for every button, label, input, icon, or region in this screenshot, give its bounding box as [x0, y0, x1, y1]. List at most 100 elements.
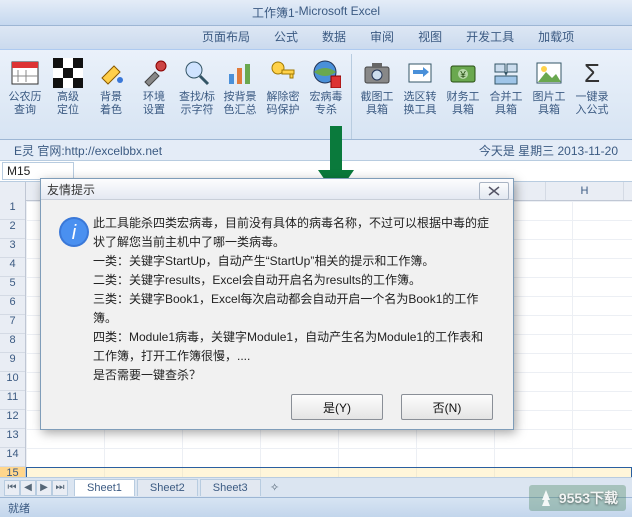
- row-1[interactable]: 1: [0, 201, 25, 220]
- btn-sumcolor[interactable]: 按背景色汇总: [219, 54, 261, 139]
- sheet-tab-1[interactable]: Sheet1: [74, 479, 135, 496]
- btn-calendar-label: 公农历查询: [9, 91, 42, 117]
- sheet-nav-first[interactable]: ⏮: [4, 480, 20, 496]
- btn-unlock-label: 解除密码保护: [267, 91, 300, 117]
- dlg-line3: 二类：关键字results，Excel会自动开启名为results的工作簿。: [93, 271, 495, 290]
- sheet-nav: ⏮ ◀ ▶ ⏭: [0, 480, 72, 496]
- row-10[interactable]: 10: [0, 372, 25, 391]
- btn-findmark[interactable]: 查找/标示字符: [176, 54, 218, 139]
- btn-image-label: 图片工具箱: [533, 91, 566, 117]
- sheet-nav-next[interactable]: ▶: [36, 480, 52, 496]
- tab-addins[interactable]: 加载项: [526, 24, 586, 49]
- row-12[interactable]: 12: [0, 410, 25, 429]
- btn-image[interactable]: 图片工具箱: [528, 54, 570, 139]
- btn-merge-label: 合并工具箱: [490, 91, 523, 117]
- status-ready: 就绪: [8, 500, 30, 516]
- new-sheet-button[interactable]: ✧: [265, 481, 285, 494]
- dialog-text: 此工具能杀四类宏病毒，目前没有具体的病毒名称，不过可以根据中毒的症状了解您当前主…: [93, 214, 495, 385]
- tools-icon: [138, 57, 170, 89]
- btn-advlocate[interactable]: 高级定位: [47, 54, 89, 139]
- dialog-body: i 此工具能杀四类宏病毒，目前没有具体的病毒名称，不过可以根据中毒的症状了解您当…: [41, 200, 513, 391]
- title-app: Microsoft Excel: [299, 4, 380, 21]
- row-3[interactable]: 3: [0, 239, 25, 258]
- dlg-line1: 此工具能杀四类宏病毒，目前没有具体的病毒名称，不过可以根据中毒的症状了解您当前主…: [93, 214, 495, 252]
- btn-env-label: 环境设置: [143, 91, 165, 117]
- chart-icon: [224, 57, 256, 89]
- globe-shield-icon: [310, 57, 342, 89]
- sheet-tab-3[interactable]: Sheet3: [200, 479, 261, 496]
- sheet-tab-2[interactable]: Sheet2: [137, 479, 198, 496]
- dlg-line4: 三类：关键字Book1，Excel每次启动都会自动开启一个名为Book1的工作簿…: [93, 290, 495, 328]
- tab-developer[interactable]: 开发工具: [454, 24, 526, 49]
- tab-pagelayout[interactable]: 页面布局: [190, 24, 262, 49]
- btn-screenshot[interactable]: 截图工具箱: [356, 54, 398, 139]
- info-icon: i: [55, 214, 93, 385]
- ribbon-tabs: 页面布局 公式 数据 审阅 视图 开发工具 加载项: [0, 26, 632, 50]
- tab-view[interactable]: 视图: [406, 24, 454, 49]
- calendar-icon: [9, 57, 41, 89]
- btn-screenshot-label: 截图工具箱: [361, 91, 394, 117]
- swap-icon: [404, 57, 436, 89]
- dialog-yes-button[interactable]: 是(Y): [291, 394, 383, 420]
- row-13[interactable]: 13: [0, 429, 25, 448]
- svg-text:Σ: Σ: [584, 58, 600, 88]
- ribbon: 公农历查询 高级定位 背景着色 环境设置 查找/标示字符 按背景色汇总: [0, 50, 632, 140]
- btn-bgcolor-label: 背景着色: [100, 91, 122, 117]
- btn-calendar[interactable]: 公农历查询: [4, 54, 46, 139]
- svg-text:i: i: [72, 222, 77, 244]
- dlg-line6: 是否需要一键查杀？: [93, 366, 495, 385]
- btn-advlocate-label: 高级定位: [57, 91, 79, 117]
- tab-formulas[interactable]: 公式: [262, 24, 310, 49]
- dialog-close-button[interactable]: [479, 182, 509, 200]
- btn-finance-label: 财务工具箱: [447, 91, 480, 117]
- close-icon: [487, 186, 501, 196]
- tab-review[interactable]: 审阅: [358, 24, 406, 49]
- btn-unlock[interactable]: 解除密码保护: [262, 54, 304, 139]
- row-6[interactable]: 6: [0, 296, 25, 315]
- dialog-no-button[interactable]: 否(N): [401, 394, 493, 420]
- info-date: 今天是 星期三 2013-11-20: [479, 142, 618, 159]
- merge-icon: [490, 57, 522, 89]
- btn-convert[interactable]: 选区转换工具: [399, 54, 441, 139]
- dialog-buttons: 是(Y) 否(N): [41, 391, 513, 429]
- row-7[interactable]: 7: [0, 315, 25, 334]
- btn-convert-label: 选区转换工具: [404, 91, 437, 117]
- row-5[interactable]: 5: [0, 277, 25, 296]
- watermark-icon: [537, 489, 555, 507]
- dlg-line2: 一类：关键字StartUp，自动产生“StartUp”相关的提示和工作簿。: [93, 252, 495, 271]
- row-9[interactable]: 9: [0, 353, 25, 372]
- col-H[interactable]: H: [546, 182, 624, 200]
- btn-sumcolor-label: 按背景色汇总: [224, 91, 257, 117]
- btn-viruskill-label: 宏病毒专杀: [310, 91, 343, 117]
- dialog-title: 友情提示: [47, 181, 95, 198]
- row-2[interactable]: 2: [0, 220, 25, 239]
- sheet-nav-last[interactable]: ⏭: [52, 480, 68, 496]
- row-14[interactable]: 14: [0, 448, 25, 467]
- btn-bgcolor[interactable]: 背景着色: [90, 54, 132, 139]
- watermark-text: 9553下载: [559, 488, 618, 508]
- image-icon: [533, 57, 565, 89]
- row-8[interactable]: 8: [0, 334, 25, 353]
- btn-merge[interactable]: 合并工具箱: [485, 54, 527, 139]
- dialog-titlebar[interactable]: 友情提示: [41, 179, 513, 200]
- info-website: E灵 官网:http://excelbbx.net: [14, 142, 162, 159]
- sheet-nav-prev[interactable]: ◀: [20, 480, 36, 496]
- btn-finance[interactable]: ¥ 财务工具箱: [442, 54, 484, 139]
- row-headers: 1 2 3 4 5 6 7 8 9 10 11 12 13 14 15: [0, 182, 26, 487]
- btn-env[interactable]: 环境设置: [133, 54, 175, 139]
- svg-text:¥: ¥: [459, 70, 466, 81]
- btn-formula-label: 一键录入公式: [576, 91, 609, 117]
- dlg-line5: 四类：Module1病毒，关键字Module1，自动产生名为Module1的工作…: [93, 328, 495, 366]
- btn-formula[interactable]: Σ 一键录入公式: [571, 54, 613, 139]
- magnifier-icon: [181, 57, 213, 89]
- tab-data[interactable]: 数据: [310, 24, 358, 49]
- money-icon: ¥: [447, 57, 479, 89]
- row-11[interactable]: 11: [0, 391, 25, 410]
- title-docname: 工作簿1: [252, 4, 295, 21]
- checker-icon: [52, 57, 84, 89]
- window-titlebar: 工作簿1 - Microsoft Excel: [0, 0, 632, 26]
- row-4[interactable]: 4: [0, 258, 25, 277]
- sigma-icon: Σ: [576, 57, 608, 89]
- watermark: 9553下载: [529, 485, 626, 511]
- ribbon-footer: E灵 官网:http://excelbbx.net 今天是 星期三 2013-1…: [0, 140, 632, 160]
